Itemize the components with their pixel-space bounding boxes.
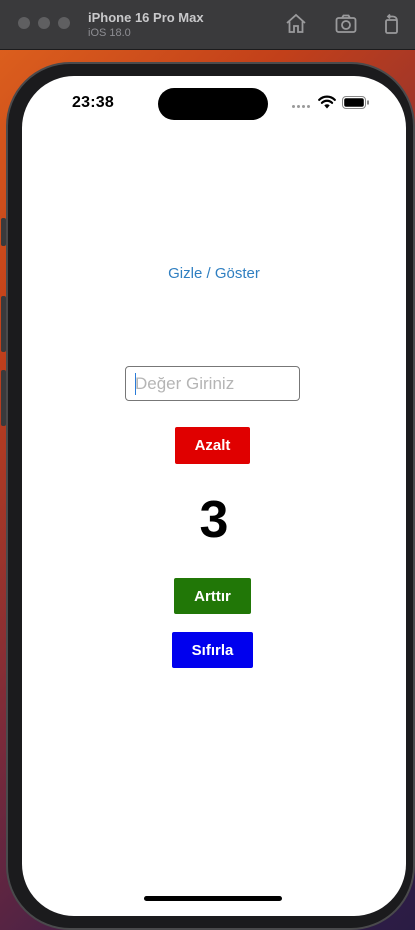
decrease-button[interactable]: Azalt: [175, 427, 250, 464]
close-window-button[interactable]: [18, 17, 30, 29]
action-button: [1, 218, 6, 246]
rotate-icon[interactable]: [380, 12, 404, 36]
dynamic-island: [158, 88, 268, 120]
increase-button[interactable]: Arttır: [174, 578, 251, 614]
simulator-toolbar: iPhone 16 Pro Max iOS 18.0: [0, 0, 415, 50]
minimize-window-button[interactable]: [38, 17, 50, 29]
device-screen: 23:38 Gizle / Göster Azalt 3 Arttır Sıfı…: [22, 76, 406, 916]
toggle-visibility-button[interactable]: Gizle / Göster: [22, 265, 406, 282]
counter-value: 3: [199, 491, 229, 549]
os-version: iOS 18.0: [88, 27, 131, 39]
status-time: 23:38: [72, 94, 114, 111]
volume-down-button: [1, 370, 6, 426]
text-cursor: [135, 373, 136, 395]
screenshot-icon[interactable]: [334, 12, 358, 36]
home-icon[interactable]: [284, 12, 308, 36]
value-input[interactable]: [125, 366, 300, 401]
home-indicator[interactable]: [144, 896, 282, 901]
wifi-icon: [318, 95, 336, 109]
cellular-dots-icon: [292, 105, 314, 109]
battery-icon: [342, 96, 370, 109]
zoom-window-button[interactable]: [58, 17, 70, 29]
reset-button[interactable]: Sıfırla: [172, 632, 253, 668]
device-name: iPhone 16 Pro Max: [88, 10, 204, 25]
volume-up-button: [1, 296, 6, 352]
